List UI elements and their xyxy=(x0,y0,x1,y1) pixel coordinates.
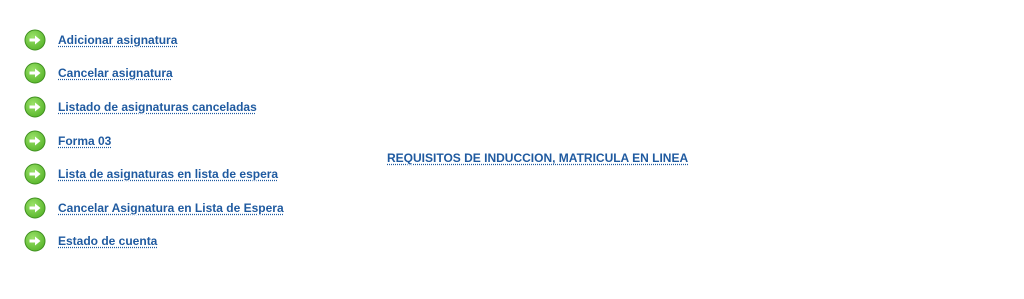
link-estado-cuenta[interactable]: Estado de cuenta xyxy=(58,234,157,248)
menu-item-lista-espera[interactable]: Lista de asignaturas en lista de espera xyxy=(24,157,284,191)
side-menu: Adicionar asignatura Cancelar asignatura… xyxy=(24,23,284,258)
arrow-right-circle-icon[interactable] xyxy=(24,163,46,185)
arrow-right-circle-icon[interactable] xyxy=(24,197,46,219)
link-lista-espera[interactable]: Lista de asignaturas en lista de espera xyxy=(58,167,278,181)
menu-item-cancelar-asignatura[interactable]: Cancelar asignatura xyxy=(24,57,284,91)
arrow-right-circle-icon[interactable] xyxy=(24,96,46,118)
link-listado-canceladas[interactable]: Listado de asignaturas canceladas xyxy=(58,100,257,114)
menu-item-forma-03[interactable]: Forma 03 xyxy=(24,124,284,158)
link-forma-03[interactable]: Forma 03 xyxy=(58,134,111,148)
link-requisitos-induccion[interactable]: REQUISITOS DE INDUCCION, MATRICULA EN LI… xyxy=(387,151,688,165)
arrow-right-circle-icon[interactable] xyxy=(24,29,46,51)
link-cancelar-asignatura[interactable]: Cancelar asignatura xyxy=(58,66,173,80)
arrow-right-circle-icon[interactable] xyxy=(24,230,46,252)
menu-item-listado-canceladas[interactable]: Listado de asignaturas canceladas xyxy=(24,90,284,124)
menu-item-estado-cuenta[interactable]: Estado de cuenta xyxy=(24,225,284,259)
arrow-right-circle-icon[interactable] xyxy=(24,130,46,152)
arrow-right-circle-icon[interactable] xyxy=(24,62,46,84)
link-adicionar-asignatura[interactable]: Adicionar asignatura xyxy=(58,33,177,47)
link-cancelar-lista-espera[interactable]: Cancelar Asignatura en Lista de Espera xyxy=(58,201,284,215)
menu-item-adicionar-asignatura[interactable]: Adicionar asignatura xyxy=(24,23,284,57)
menu-item-cancelar-lista-espera[interactable]: Cancelar Asignatura en Lista de Espera xyxy=(24,191,284,225)
